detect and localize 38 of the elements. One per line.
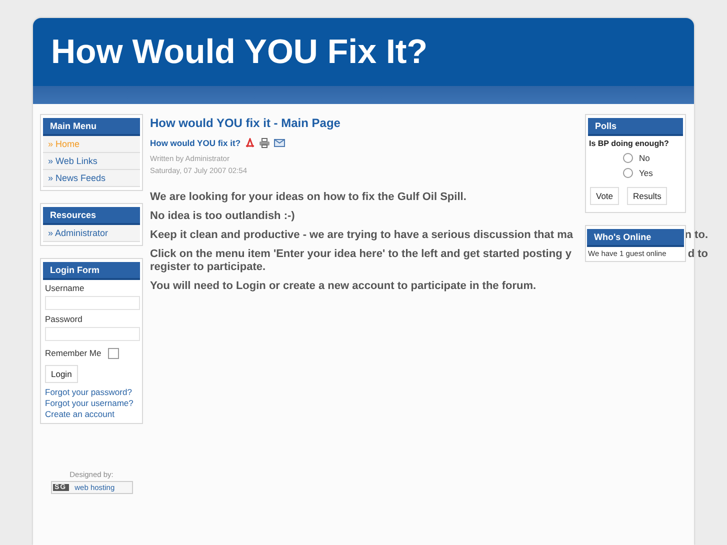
field-label: Username bbox=[45, 283, 86, 293]
article-text: d to bbox=[688, 248, 708, 261]
account-link[interactable]: Forgot your username? bbox=[45, 398, 140, 409]
menu-item[interactable]: » News Feeds bbox=[43, 170, 140, 187]
article-text: You will need to Login or create a new account to participate in the forum. bbox=[150, 280, 536, 293]
printer-icon[interactable] bbox=[258, 138, 270, 148]
poll-radio[interactable] bbox=[623, 153, 633, 163]
password-field[interactable] bbox=[45, 327, 140, 341]
panel-title: Who's Online bbox=[587, 229, 684, 247]
account-link[interactable]: Forgot your password? bbox=[45, 387, 140, 398]
checkbox-label: Remember Me bbox=[45, 348, 102, 358]
username-field[interactable] bbox=[45, 296, 140, 310]
menu-item[interactable]: » Administrator bbox=[43, 225, 140, 242]
article-text: register to participate. bbox=[150, 261, 266, 274]
menu-item[interactable]: » Web Links bbox=[43, 153, 140, 170]
poll-option: No bbox=[639, 153, 650, 163]
article-text: We are looking for your ideas on how to fix the Gulf Oil Spill. bbox=[150, 191, 466, 204]
site-title: How Would YOU Fix It? bbox=[51, 32, 428, 72]
panel-title: Resources bbox=[43, 207, 140, 225]
account-link[interactable]: Create an account bbox=[45, 409, 140, 420]
panel-title: Login Form bbox=[43, 262, 140, 280]
poll-button[interactable]: Results bbox=[627, 187, 668, 205]
field-label: Password bbox=[45, 314, 84, 324]
article-text: No idea is too outlandish :-) bbox=[150, 210, 295, 223]
article-title[interactable]: How would YOU fix it? bbox=[150, 138, 241, 148]
remember-checkbox[interactable] bbox=[108, 348, 120, 358]
article-text: Keep it clean and productive - we are trying to have a serious discussion that ma bbox=[150, 229, 574, 242]
poll-option: Yes bbox=[639, 168, 653, 178]
article-text: Click on the menu item 'Enter your idea here' to the left and get started posting y bbox=[150, 248, 572, 261]
panel-title: Main Menu bbox=[43, 118, 140, 136]
envelope-icon[interactable] bbox=[274, 139, 285, 147]
poll-question: Is BP doing enough? bbox=[589, 139, 670, 148]
login-button[interactable]: Login bbox=[45, 365, 78, 383]
pdf-icon[interactable] bbox=[244, 138, 255, 148]
poll-button[interactable]: Vote bbox=[590, 187, 620, 205]
panel-title: Polls bbox=[588, 118, 683, 136]
poll-radio[interactable] bbox=[623, 168, 633, 178]
page-title: How would YOU fix it - Main Page bbox=[150, 116, 340, 130]
